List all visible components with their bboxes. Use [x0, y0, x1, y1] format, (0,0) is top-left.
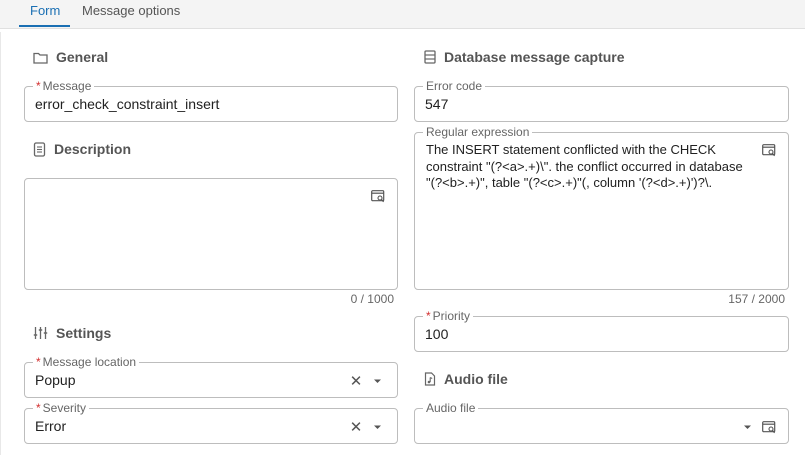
section-audio-title: Audio file	[444, 371, 508, 387]
expand-editor-icon[interactable]	[760, 141, 778, 159]
audio-file-select[interactable]: Audio file	[414, 401, 789, 444]
priority-field[interactable]: * Priority 100	[414, 309, 789, 352]
message-value: error_check_constraint_insert	[35, 96, 220, 112]
severity-label: * Severity	[33, 401, 90, 415]
severity-select[interactable]: * Severity Error ✕	[24, 401, 398, 444]
form-content: General * Message error_check_constraint_…	[0, 32, 805, 455]
document-icon	[33, 141, 46, 157]
section-db-capture-title: Database message capture	[444, 49, 625, 65]
error-code-field[interactable]: Error code 547	[414, 79, 789, 122]
section-general-title: General	[56, 49, 109, 65]
regex-field[interactable]: Regular expression The INSERT statement …	[414, 125, 789, 290]
message-field[interactable]: * Message error_check_constraint_insert	[24, 79, 398, 122]
database-icon	[424, 50, 436, 64]
active-tab-indicator	[19, 25, 70, 27]
tab-message-options[interactable]: Message options	[82, 0, 180, 28]
priority-value: 100	[425, 326, 449, 342]
description-counter: 0 / 1000	[350, 292, 394, 306]
clear-icon[interactable]: ✕	[347, 372, 365, 390]
chevron-down-icon[interactable]	[738, 418, 756, 436]
tab-bar: Form Message options	[0, 0, 805, 29]
message-location-select[interactable]: * Message location Popup ✕	[24, 355, 398, 398]
section-settings: Settings	[33, 323, 111, 343]
error-code-label: Error code	[423, 79, 486, 93]
clear-icon[interactable]: ✕	[347, 418, 365, 436]
expand-editor-icon[interactable]	[369, 187, 387, 205]
message-location-value: Popup	[35, 372, 76, 388]
regex-label: Regular expression	[423, 125, 533, 139]
message-location-label: * Message location	[33, 355, 140, 369]
tab-form[interactable]: Form	[30, 0, 60, 28]
regex-counter: 157 / 2000	[728, 292, 785, 306]
priority-label: * Priority	[423, 309, 474, 323]
audio-file-icon	[424, 372, 436, 386]
section-audio: Audio file	[424, 369, 508, 389]
severity-value: Error	[35, 418, 67, 434]
regex-value: The INSERT statement conflicted with the…	[426, 142, 743, 190]
section-general: General	[33, 47, 108, 67]
folder-icon	[33, 52, 48, 64]
section-description-title: Description	[54, 141, 132, 157]
section-db-capture: Database message capture	[424, 47, 625, 67]
error-code-value: 547	[425, 96, 449, 112]
chevron-down-icon[interactable]	[368, 372, 386, 390]
description-field[interactable]	[24, 178, 398, 290]
browse-file-icon[interactable]	[760, 418, 778, 436]
audio-file-label: Audio file	[423, 401, 479, 415]
message-label: * Message	[33, 79, 95, 93]
section-description: Description	[33, 139, 131, 159]
chevron-down-icon[interactable]	[368, 418, 386, 436]
section-settings-title: Settings	[56, 325, 112, 341]
sliders-icon	[33, 327, 48, 339]
